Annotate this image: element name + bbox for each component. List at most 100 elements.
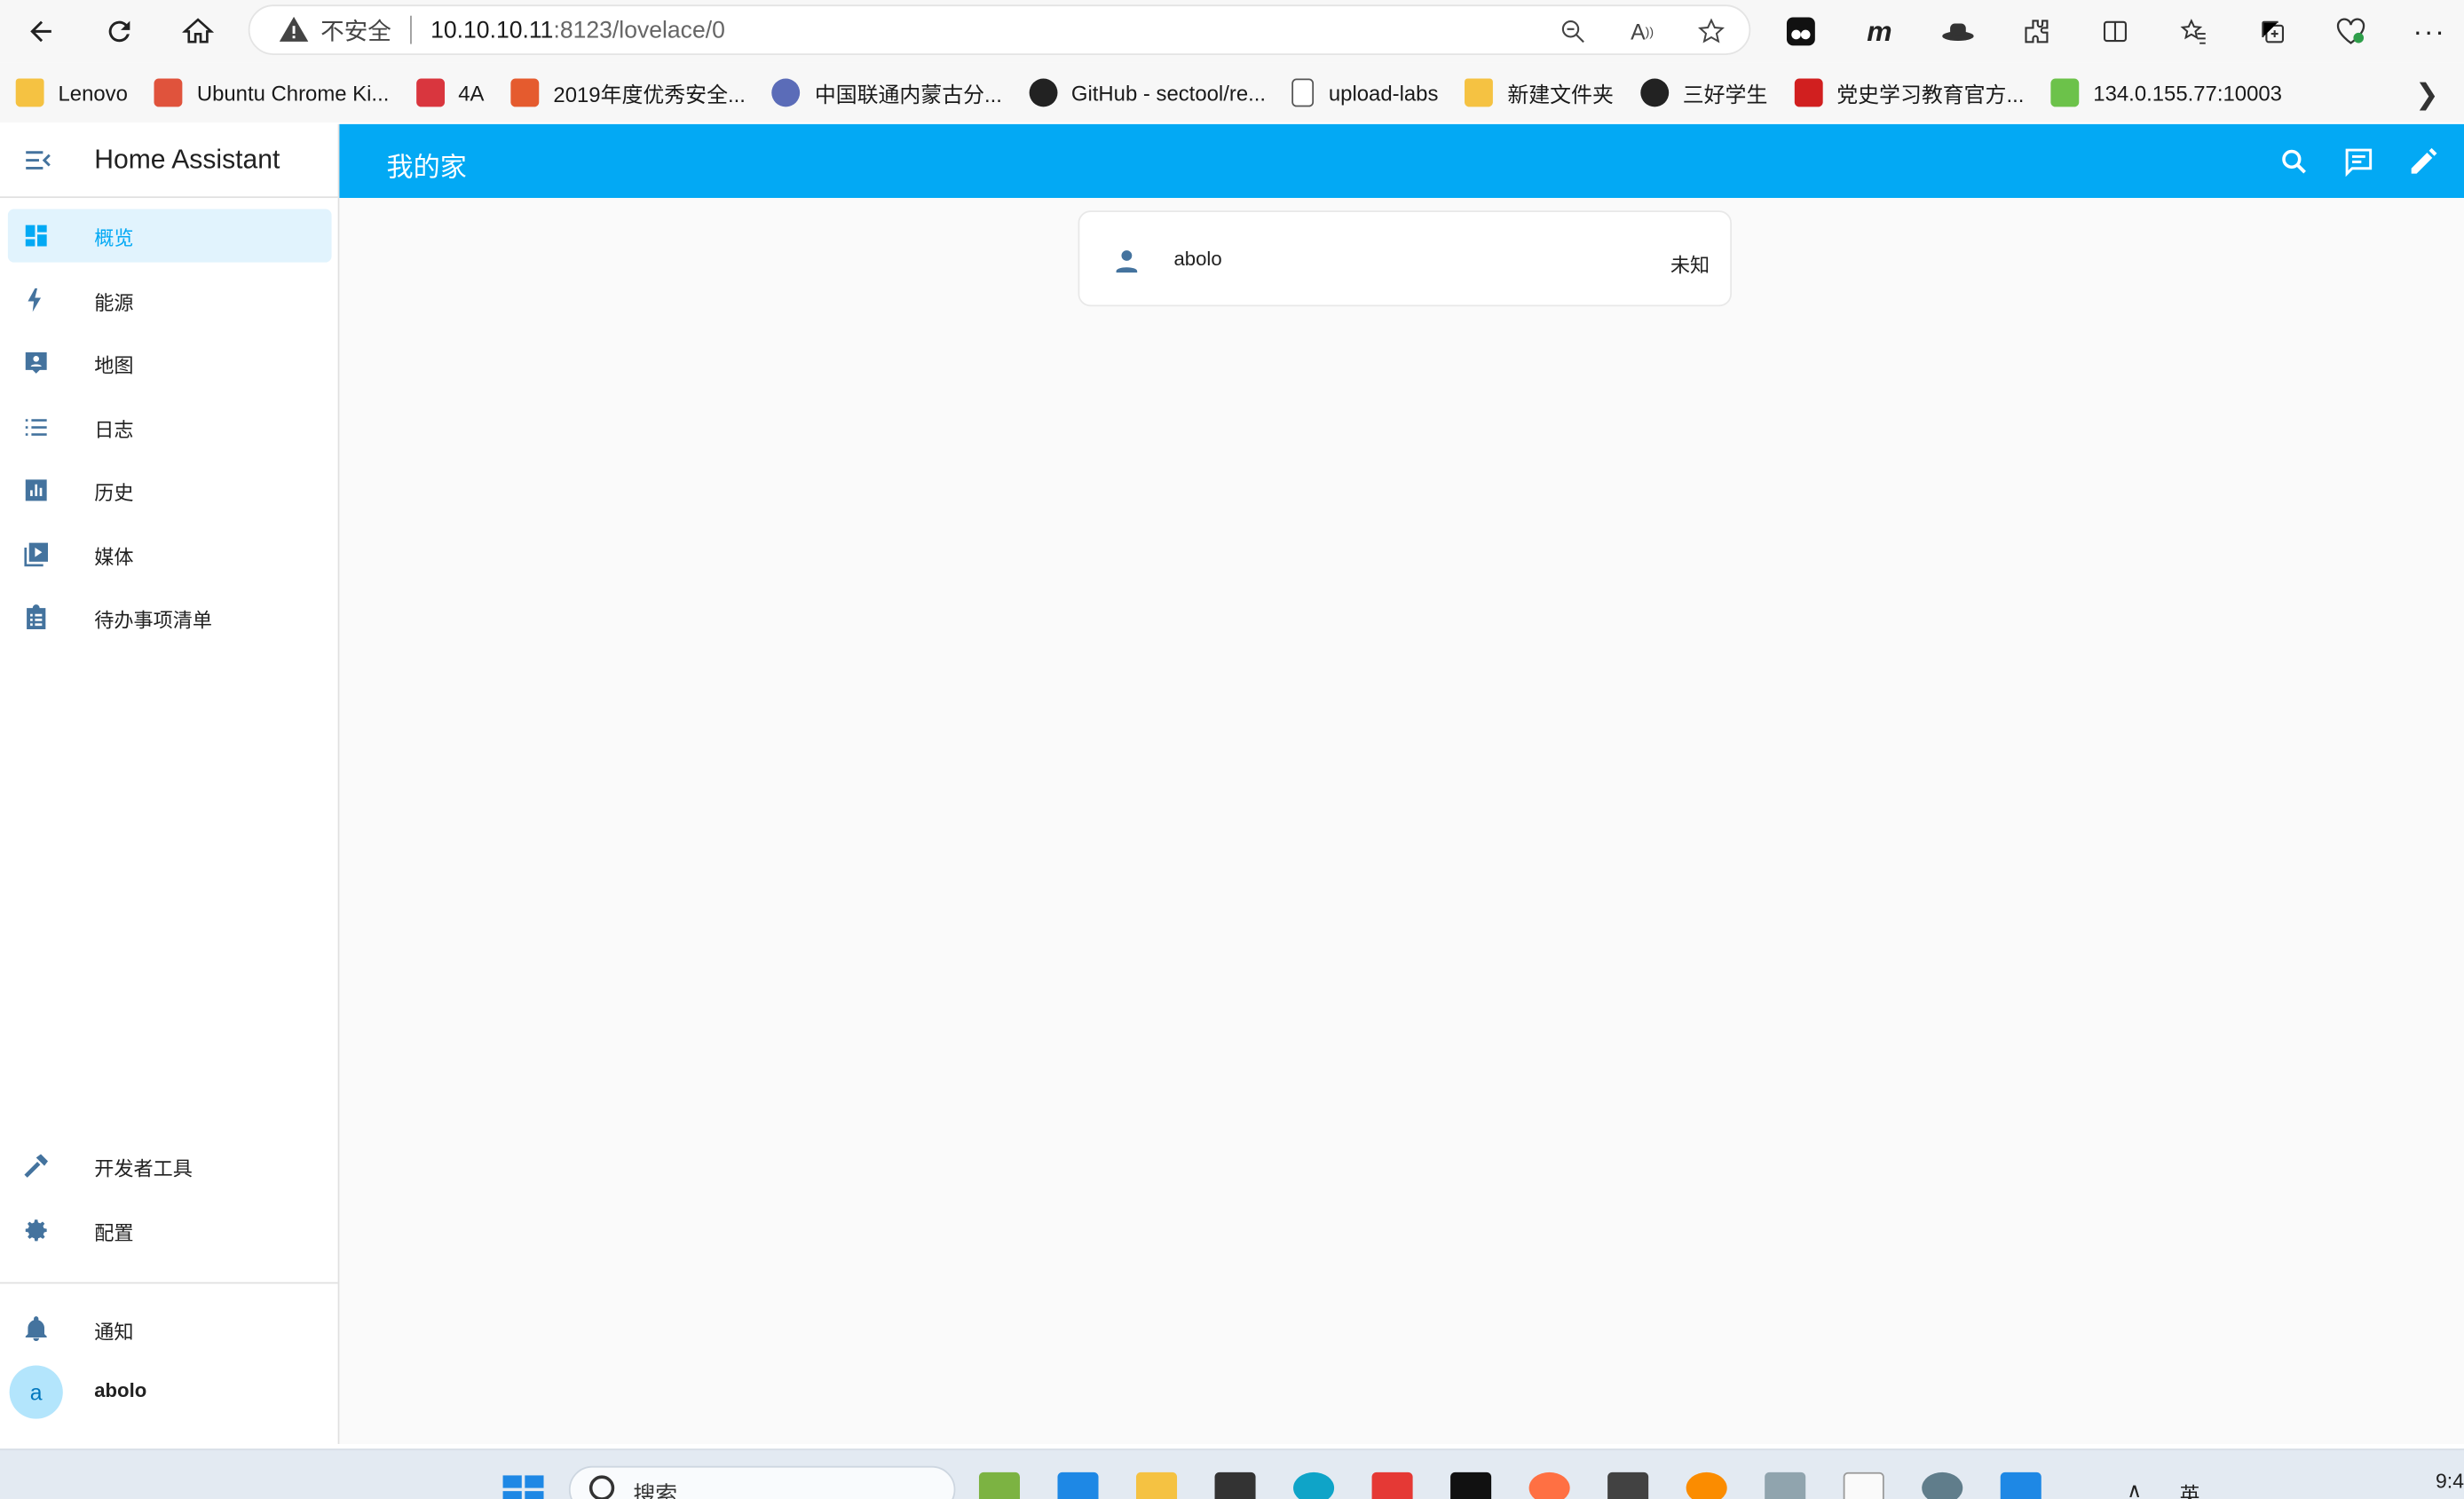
- entity-name: abolo: [1173, 248, 1222, 271]
- page-icon: [1292, 78, 1315, 107]
- address-separator: [410, 15, 412, 44]
- extension-m-icon[interactable]: m: [1858, 10, 1902, 54]
- menu-collapse-icon[interactable]: [22, 145, 53, 176]
- edit-pencil-icon[interactable]: [2407, 146, 2438, 178]
- sidebar-item-label: 能源: [94, 291, 134, 314]
- split-screen-icon[interactable]: [2093, 10, 2137, 54]
- browser-toolbar: 不安全 10.10.10.11:8123/lovelace/0 A)) m ··…: [0, 0, 2464, 63]
- avatar[interactable]: a: [9, 1365, 63, 1419]
- media-play-icon: [24, 542, 48, 567]
- github-icon: [1639, 78, 1669, 107]
- extensions-puzzle-icon[interactable]: [2015, 10, 2059, 54]
- bookmark-item[interactable]: GitHub - sectool/re...: [1029, 78, 1266, 107]
- sidebar-item-settings[interactable]: 配置: [8, 1203, 332, 1257]
- bookmarks-overflow-chevron-icon[interactable]: ❯: [2415, 79, 2439, 112]
- sidebar-item-label: 媒体: [94, 546, 134, 569]
- gear-icon: [25, 1219, 47, 1242]
- extension-tampermonkey-icon[interactable]: [1779, 10, 1823, 54]
- assist-chat-icon[interactable]: [2343, 146, 2374, 178]
- clipboard-list-icon: [27, 604, 46, 630]
- app-dns-icon[interactable]: [1765, 1471, 1806, 1499]
- search-icon: [588, 1475, 615, 1499]
- bookmark-item[interactable]: 中国联通内蒙古分...: [772, 77, 1002, 108]
- bookmark-label: 新建文件夹: [1507, 83, 1614, 107]
- back-button[interactable]: [19, 10, 63, 54]
- app-t-icon[interactable]: [1843, 1471, 1884, 1499]
- bookmark-item[interactable]: 4A: [415, 78, 485, 107]
- app-blue-arrow-icon[interactable]: [2000, 1471, 2041, 1499]
- browser-essentials-icon[interactable]: [2329, 10, 2373, 54]
- taskbar-search-placeholder: 搜索: [633, 1481, 678, 1499]
- bell-icon: [25, 1316, 47, 1342]
- lightning-icon: [28, 288, 42, 312]
- entity-state: 未知: [1670, 254, 1710, 277]
- bookmark-item[interactable]: 党史学习教育官方...: [1794, 77, 2024, 108]
- app-firefox-icon[interactable]: [1528, 1471, 1570, 1499]
- ime-indicator[interactable]: 英: [2180, 1479, 2200, 1499]
- sidebar-item-energy[interactable]: 能源: [8, 273, 332, 327]
- bookmark-item[interactable]: 134.0.155.77:10003: [2050, 78, 2282, 107]
- bookmark-item[interactable]: 2019年度优秀安全...: [510, 77, 746, 108]
- person-icon: [1116, 250, 1138, 273]
- bookmark-label: 党史学习教育官方...: [1836, 83, 2025, 107]
- bookmarks-bar: Lenovo Ubuntu Chrome Ki... 4A 2019年度优秀安全...…: [0, 62, 2464, 123]
- sidebar-item-label: 地图: [94, 354, 134, 377]
- bookmark-item[interactable]: Lenovo: [15, 78, 128, 107]
- app-vscode-icon[interactable]: [1057, 1471, 1099, 1499]
- sidebar-item-label: 待办事项清单: [94, 609, 213, 631]
- warning-icon: [279, 16, 309, 42]
- app-notepad-icon[interactable]: [978, 1471, 1020, 1499]
- dashboard-view: abolo 未知: [339, 198, 2464, 1445]
- app-orange-icon[interactable]: [1686, 1471, 1727, 1499]
- windows-start-icon[interactable]: [502, 1472, 544, 1499]
- app-edge-icon[interactable]: [1293, 1471, 1335, 1499]
- reload-button[interactable]: [98, 10, 142, 54]
- sidebar-item-todo[interactable]: 待办事项清单: [8, 591, 332, 644]
- entity-card[interactable]: abolo 未知: [1078, 210, 1732, 307]
- map-account-icon: [25, 352, 47, 374]
- search-icon[interactable]: [2278, 146, 2310, 178]
- sidebar-item-media[interactable]: 媒体: [8, 528, 332, 581]
- bookmark-item[interactable]: Ubuntu Chrome Ki...: [154, 78, 389, 107]
- favorite-star-icon[interactable]: [1695, 16, 1726, 47]
- app-console-icon[interactable]: [1450, 1471, 1492, 1499]
- sidebar-item-developer-tools[interactable]: 开发者工具: [8, 1140, 332, 1193]
- sidebar-item-label: 配置: [94, 1221, 134, 1244]
- pdf-icon: [415, 78, 445, 107]
- sidebar: Home Assistant 概览 能源 地图 日志 历史 媒体 待办事项清单 …: [0, 123, 340, 1445]
- clock[interactable]: 9:4: [2436, 1469, 2464, 1493]
- read-aloud-icon[interactable]: A)): [1626, 16, 1657, 47]
- zoom-icon[interactable]: [1557, 16, 1588, 47]
- user-name[interactable]: abolo: [94, 1379, 146, 1401]
- home-button[interactable]: [176, 10, 220, 54]
- chevron-up-icon[interactable]: ∧: [2127, 1479, 2142, 1499]
- sidebar-item-notifications[interactable]: 通知: [8, 1303, 332, 1356]
- sidebar-item-label: 开发者工具: [94, 1156, 193, 1179]
- sidebar-item-history[interactable]: 历史: [8, 463, 332, 517]
- sidebar-item-overview[interactable]: 概览: [7, 209, 332, 263]
- taskbar-search-input[interactable]: 搜索: [568, 1465, 956, 1499]
- bookmark-label: 4A: [458, 81, 485, 105]
- url-host: 10.10.10.11: [430, 16, 554, 43]
- app-shell-icon[interactable]: [1607, 1471, 1649, 1499]
- app-store-icon[interactable]: [1371, 1471, 1413, 1499]
- sidebar-divider: [0, 1282, 338, 1284]
- github-icon: [1029, 78, 1057, 107]
- app-settings-icon[interactable]: [1922, 1471, 1963, 1499]
- collections-icon[interactable]: [2250, 10, 2294, 54]
- extension-hat-icon[interactable]: [1936, 10, 1980, 54]
- bookmark-item[interactable]: 新建文件夹: [1465, 77, 1614, 108]
- more-menu-icon[interactable]: ···: [2407, 10, 2452, 54]
- address-bar[interactable]: 不安全 10.10.10.11:8123/lovelace/0 A)): [248, 4, 1751, 55]
- app-file-explorer-icon[interactable]: [1136, 1471, 1178, 1499]
- sidebar-item-map[interactable]: 地图: [8, 336, 332, 390]
- security-label: 不安全: [320, 18, 391, 45]
- app-terminal-icon[interactable]: [1214, 1471, 1256, 1499]
- bookmark-item[interactable]: upload-labs: [1292, 78, 1438, 107]
- bookmark-item[interactable]: 三好学生: [1639, 77, 1767, 108]
- page-title: 我的家: [386, 152, 467, 183]
- favorites-icon[interactable]: [2172, 10, 2216, 54]
- sidebar-item-logbook[interactable]: 日志: [8, 400, 332, 454]
- bookmark-label: 2019年度优秀安全...: [553, 83, 746, 107]
- leaf-icon: [2050, 78, 2080, 107]
